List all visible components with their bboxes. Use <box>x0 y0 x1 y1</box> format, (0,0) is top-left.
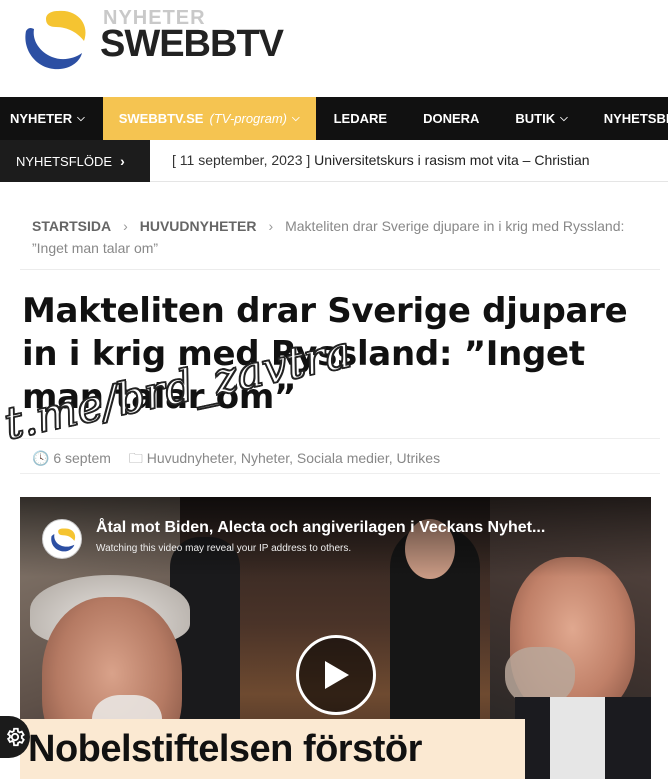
play-button[interactable] <box>296 635 376 715</box>
logo-wordmark[interactable]: SWEBBTV <box>100 25 284 63</box>
ticker-date: [ 11 september, 2023 ] <box>172 152 311 168</box>
breadcrumb-home[interactable]: STARTSIDA <box>32 218 111 234</box>
nav-item-sublabel: (TV-program) <box>209 111 288 126</box>
nav-item-donera[interactable]: DONERA <box>405 97 497 140</box>
ticker-headline: Universitetskurs i rasism mot vita – Chr… <box>314 152 590 168</box>
channel-avatar[interactable] <box>42 519 82 559</box>
clock-icon: 🕓 <box>32 450 50 466</box>
breadcrumb: STARTSIDA › HUVUDNYHETER › Makteliten drar S… <box>20 207 660 270</box>
nav-item-butik[interactable]: BUTIK ⌵ <box>497 97 585 140</box>
nav-item-label: SWEBBTV.SE <box>118 111 204 126</box>
ticker-label: NYHETSFLÖDE › <box>0 140 150 182</box>
nav-item-nyheter[interactable]: NYHETER ⌵ <box>0 97 103 140</box>
video-caption-bar: Nobelstiftelsen förstör <box>20 719 525 779</box>
article-categories[interactable]: 🗀 Huvudnyheter, Nyheter, Sociala medier,… <box>129 450 440 466</box>
swebbtv-logo-icon <box>51 528 76 552</box>
chevron-down-icon: ⌵ <box>77 113 85 124</box>
video-title[interactable]: Åtal mot Biden, Alecta och angiverilagen… <box>96 519 545 537</box>
video-privacy-warning: Watching this video may reveal your IP a… <box>96 543 352 554</box>
site-header: NYHETER SWEBBTV <box>0 0 668 97</box>
article-date: 🕓 6 septem <box>32 450 115 466</box>
breadcrumb-separator: › <box>268 218 274 234</box>
swebbtv-logo-icon[interactable] <box>20 7 90 73</box>
breadcrumb-section[interactable]: HUVUDNYHETER <box>140 218 257 234</box>
nav-item-label: NYHETER <box>10 111 73 126</box>
main-nav: NYHETER ⌵ SWEBBTV.SE (TV-program) ⌵ LEDA… <box>0 97 668 140</box>
ticker-headline-link[interactable]: [ 11 september, 2023 ] Universitetskurs … <box>172 152 590 168</box>
article-meta: 🕓 6 septem 🗀 Huvudnyheter, Nyheter, Soci… <box>20 438 660 474</box>
play-icon <box>325 661 349 689</box>
nav-item-label: LEDARE <box>333 111 388 126</box>
breadcrumb-separator: › <box>123 218 128 234</box>
nav-item-label: DONERA <box>423 111 480 126</box>
article-date-text: 6 septem <box>53 450 111 466</box>
breadcrumb-current: Makteliten drar Sverige djupare in i kri… <box>32 218 625 256</box>
folder-icon: 🗀 <box>128 450 143 466</box>
news-ticker: NYHETSFLÖDE › [ 11 september, 2023 ] Uni… <box>0 140 668 182</box>
nav-item-label: NYHETSBR <box>603 111 668 126</box>
nav-item-swebbtv[interactable]: SWEBBTV.SE (TV-program) ⌵ <box>102 97 316 140</box>
chevron-down-icon: ⌵ <box>292 113 300 124</box>
ticker-label-text: NYHETSFLÖDE <box>16 153 113 169</box>
video-topbar <box>20 497 651 577</box>
chevron-right-icon: › <box>120 153 125 169</box>
nav-item-nyhetsbrev[interactable]: NYHETSBR <box>586 97 668 140</box>
video-caption: Nobelstiftelsen förstör <box>28 727 422 770</box>
video-embed[interactable]: Åtal mot Biden, Alecta och angiverilagen… <box>20 497 651 779</box>
nav-item-label: BUTIK <box>515 111 556 126</box>
nav-item-ledare[interactable]: LEDARE <box>316 97 405 140</box>
chevron-down-icon: ⌵ <box>560 113 568 124</box>
gear-icon <box>6 727 25 747</box>
video-figure-shirt <box>550 697 605 779</box>
article-categories-text: Huvudnyheter, Nyheter, Sociala medier, U… <box>146 450 441 466</box>
